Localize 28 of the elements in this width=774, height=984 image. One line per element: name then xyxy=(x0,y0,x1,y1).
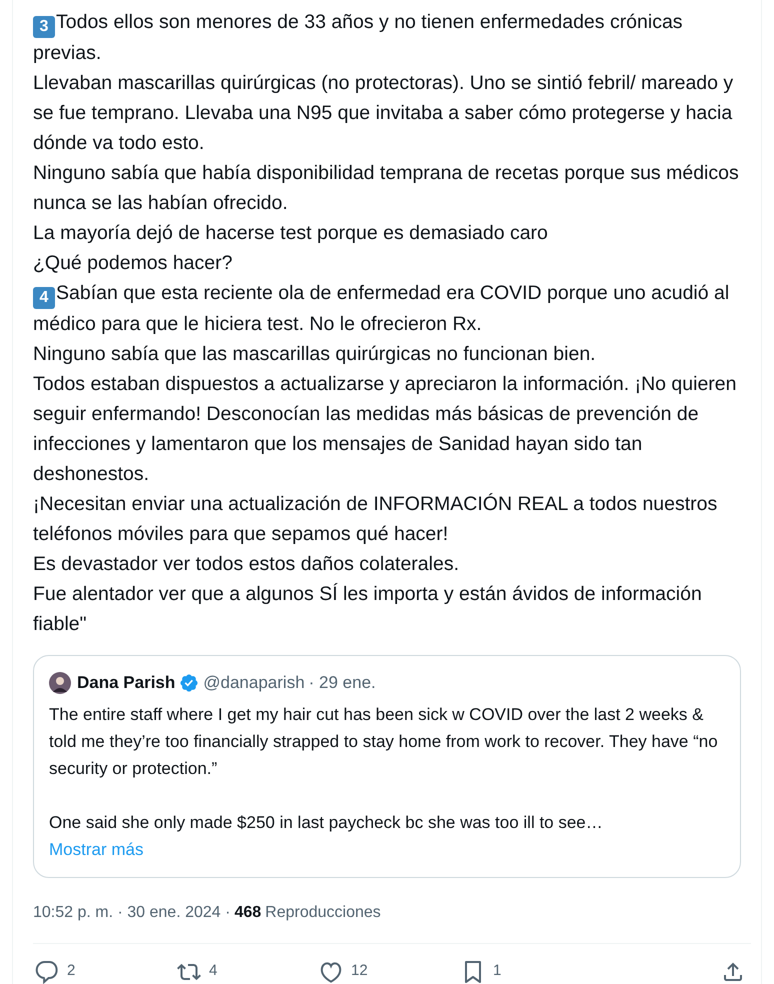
tweet-text: Fue alentador ver que a algunos SÍ les importa y están ávidos de información fiable" xyxy=(33,582,703,637)
tweet-text: Ninguno sabía que había disponibilidad temprana de recetas porque sus médicos nunca se las habían ofrecido. xyxy=(33,161,740,216)
post-date: · 29 ene. xyxy=(308,672,376,694)
tweet-text: Ninguno sabía que las mascarillas quirúrgicas no funcionan bien. xyxy=(33,342,597,367)
tweet-text: Llevaban mascarillas quirúrgicas (no protectoras). Uno se sintió febril/ mareado y se fue temprano. Llevaba una N95 que invitaba a saber cómo protegerse y hacia dónde va todo esto. xyxy=(33,71,734,156)
keycap-badge: 4 xyxy=(33,287,55,309)
post-timestamp: 10:52 p. m. · 30 ene. 2024 · xyxy=(33,902,230,922)
tweet-text: Es devastador ver todos estos daños colaterales. xyxy=(33,552,460,577)
quote-text: One said she only made $250 in last paycheck bc she was too ill to see… xyxy=(49,812,604,834)
action-count: 4 xyxy=(209,961,218,982)
action-count: 12 xyxy=(351,961,368,982)
tweet-text: 4 Sabían que esta reciente ola de enfermedad era COVID porque uno acudió al médico para que le hiciera test. No le ofrecieron Rx. xyxy=(33,281,730,337)
view-count: 468 xyxy=(234,902,262,922)
reply-icon[interactable] xyxy=(35,960,59,984)
heart-icon[interactable] xyxy=(319,960,343,984)
avatar[interactable] xyxy=(49,672,71,694)
tweet-text: ¿Qué podemos hacer? xyxy=(33,251,234,276)
action-count: 2 xyxy=(67,961,76,982)
views-label: Reproducciones xyxy=(265,902,381,922)
author-name[interactable]: Dana Parish xyxy=(77,670,176,696)
action-count: 1 xyxy=(493,961,502,982)
author-handle: @danaparish xyxy=(203,672,305,694)
tweet-text: ¡Necesitan enviar una actualización de INFORMACIÓN REAL a todos nuestros teléfonos móviles para que sepamos qué hacer! xyxy=(33,492,718,547)
quote-text: The entire staff where I get my hair cut has been sick w COVID over the last 2 weeks & told me they’re too financially strapped to stay home from work to recover. They have “no security or protection.” xyxy=(49,704,719,780)
keycap-badge: 3 xyxy=(33,16,55,38)
tweet-text: La mayoría dejó de hacerse test porque es demasiado caro xyxy=(33,221,549,246)
tweet-text: Todos estaban dispuestos a actualizarse y apreciaron la información. ¡No quieren seguir enfermando! Desconocían las medidas más básicas de prevención de infecciones y lamentaron que los mensajes de Sanidad hayan sido tan deshonestos. xyxy=(33,372,738,487)
tweet-text: 3 Todos ellos son menores de 33 años y no tienen enfermedades crónicas previas. xyxy=(33,10,684,66)
